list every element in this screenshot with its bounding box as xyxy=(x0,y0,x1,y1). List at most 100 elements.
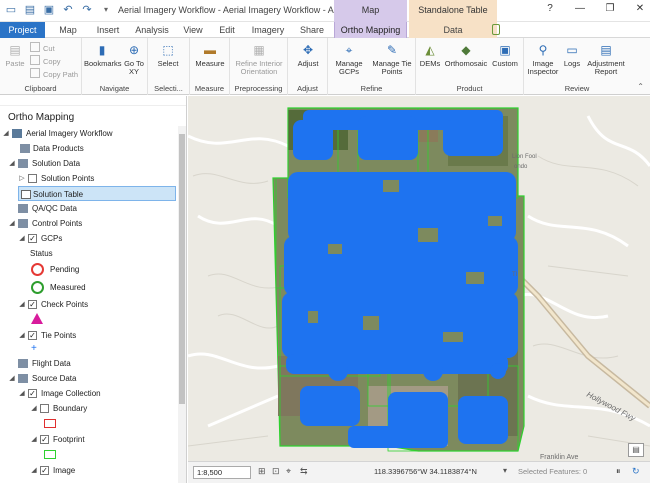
measure-label: Measure xyxy=(195,59,225,68)
new-project-icon[interactable]: ▭ xyxy=(4,3,18,17)
solution-points-checkbox[interactable] xyxy=(28,174,37,183)
manage-tie-points-button[interactable]: ✎ Manage Tie Points xyxy=(370,42,414,76)
gcps-checkbox[interactable]: ✓ xyxy=(28,234,37,243)
map-view[interactable]: Hollywood Fwy Franklin Ave Lion Fool ond… xyxy=(188,96,650,461)
measure-button[interactable]: ▬ Measure xyxy=(193,42,227,68)
orthomosaic-button[interactable]: ◆ Orthomosaic xyxy=(443,42,489,68)
tree-image[interactable]: ◢ ✓ Image xyxy=(0,463,178,478)
tab-map[interactable]: Map xyxy=(53,22,83,38)
footprint-checkbox[interactable]: ✓ xyxy=(40,435,49,444)
redo-icon[interactable]: ↷ xyxy=(80,3,94,17)
dems-button[interactable]: ◭ DEMs xyxy=(418,42,442,68)
save-icon[interactable]: ▣ xyxy=(42,3,56,17)
tree-footprint[interactable]: ◢ ✓ Footprint xyxy=(0,432,178,447)
adjust-button[interactable]: ✥ Adjust xyxy=(291,42,325,68)
copy-button[interactable]: Copy xyxy=(30,55,61,66)
navigate-group-label: Navigate xyxy=(99,84,130,93)
map-status-bar: 1:8,500 ⊞ ⊡ ⌖ ⇆ 118.3396756°W 34.1183874… xyxy=(188,461,650,483)
refine-interior-orientation-button[interactable]: ▦ Refine Interior Orientation xyxy=(232,42,286,76)
tab-ortho-mapping[interactable]: Ortho Mapping xyxy=(334,22,407,38)
manage-tie-points-label: Manage Tie Points xyxy=(372,59,412,76)
collapse-ribbon-icon[interactable]: ⌃ xyxy=(637,82,644,91)
tree-image-collection[interactable]: ◢ ✓ Image Collection xyxy=(0,386,178,401)
tree-label: Footprint xyxy=(53,435,85,444)
tree-control-points[interactable]: ◢ Control Points xyxy=(0,216,178,231)
collapse-icon[interactable]: ◢ xyxy=(18,386,26,401)
tab-project[interactable]: Project xyxy=(0,22,45,38)
customize-qat-icon[interactable]: ▾ xyxy=(99,3,113,17)
grid-icon[interactable]: ⊡ xyxy=(272,466,280,477)
image-inspector-label: Image Inspector xyxy=(527,59,559,76)
scale-dropdown[interactable]: 1:8,500 xyxy=(193,466,251,479)
image-collection-checkbox[interactable]: ✓ xyxy=(28,389,37,398)
tree-source-data[interactable]: ◢ Source Data xyxy=(0,371,178,386)
tree-qaqc-data[interactable]: QA/QC Data xyxy=(0,201,178,216)
boundary-checkbox[interactable] xyxy=(40,404,49,413)
tab-view[interactable]: View xyxy=(178,22,208,38)
collapse-icon[interactable]: ◢ xyxy=(8,156,16,171)
copy-path-button[interactable]: Copy Path xyxy=(30,68,78,79)
refine-group-label: Refine xyxy=(360,84,383,93)
cut-button[interactable]: Cut xyxy=(30,42,55,53)
tab-analysis[interactable]: Analysis xyxy=(130,22,174,38)
coordinate-format-icon[interactable]: ▾ xyxy=(503,466,507,475)
image-inspector-button[interactable]: ⚲ Image Inspector xyxy=(526,42,560,76)
go-to-xy-button[interactable]: ⊕ Go To XY xyxy=(122,42,146,76)
tie-points-checkbox[interactable]: ✓ xyxy=(28,331,37,340)
notification-icon[interactable] xyxy=(492,24,500,35)
close-button[interactable]: ✕ xyxy=(634,3,646,14)
fixed-scale-icon[interactable]: ⊞ xyxy=(258,466,266,477)
tree-solution-data[interactable]: ◢ Solution Data xyxy=(0,156,178,171)
collapse-icon[interactable]: ◢ xyxy=(2,126,10,141)
collapse-icon[interactable]: ◢ xyxy=(18,328,26,343)
map-notes-icon[interactable]: ▤ xyxy=(628,443,644,457)
manage-gcps-button[interactable]: ⌖ Manage GCPs xyxy=(330,42,368,76)
pane-scrollbar[interactable] xyxy=(178,126,186,483)
open-project-icon[interactable]: ▤ xyxy=(23,3,37,17)
logs-button[interactable]: ▭ Logs xyxy=(561,42,583,68)
tab-data[interactable]: Data xyxy=(409,22,497,38)
collapse-icon[interactable]: ◢ xyxy=(18,297,26,312)
tree-data-products[interactable]: Data Products xyxy=(0,141,178,156)
adjustment-report-button[interactable]: ▤ Adjustment Report xyxy=(584,42,628,76)
help-button[interactable]: ? xyxy=(544,3,556,14)
tab-share[interactable]: Share xyxy=(295,22,329,38)
collapse-icon[interactable]: ◢ xyxy=(30,401,38,416)
paste-button[interactable]: ▤ Paste xyxy=(2,42,28,68)
bookmark-icon: ▮ xyxy=(98,43,106,57)
tree-gcps[interactable]: ◢ ✓ GCPs xyxy=(0,231,178,246)
navigate-icon[interactable]: ⇆ xyxy=(300,466,308,477)
tab-edit[interactable]: Edit xyxy=(213,22,241,38)
undo-icon[interactable]: ↶ xyxy=(61,3,75,17)
scrollbar-thumb[interactable] xyxy=(179,134,185,404)
tree-tie-points[interactable]: ◢ ✓ Tie Points xyxy=(0,328,178,343)
tree-solution-table[interactable]: Solution Table xyxy=(18,186,176,201)
collapse-icon[interactable]: ◢ xyxy=(18,231,26,246)
snap-icon[interactable]: ⌖ xyxy=(286,466,291,477)
image-checkbox[interactable]: ✓ xyxy=(40,466,49,475)
custom-button[interactable]: ▣ Custom xyxy=(490,42,520,68)
tree-boundary[interactable]: ◢ Boundary xyxy=(0,401,178,416)
bookmarks-button[interactable]: ▮ Bookmarks xyxy=(84,42,122,68)
check-points-checkbox[interactable]: ✓ xyxy=(28,300,37,309)
collapse-icon[interactable]: ◢ xyxy=(30,463,38,478)
pause-drawing-icon[interactable]: ⏸ xyxy=(616,466,621,477)
tree-solution-points[interactable]: ▷ Solution Points xyxy=(0,171,178,186)
camera-icon: ▦ xyxy=(253,43,265,57)
collapse-icon[interactable]: ◢ xyxy=(30,432,38,447)
tab-insert[interactable]: Insert xyxy=(90,22,126,38)
collapse-icon[interactable]: ◢ xyxy=(8,216,16,231)
tab-imagery[interactable]: Imagery xyxy=(247,22,289,38)
refine-group: ⌖ Manage GCPs ✎ Manage Tie Points Refine xyxy=(328,38,416,95)
tree-check-points[interactable]: ◢ ✓ Check Points xyxy=(0,297,178,312)
expand-icon[interactable]: ▷ xyxy=(18,171,26,186)
clipboard-group: ▤ Paste Cut Copy Copy Path Clipboard xyxy=(0,38,82,95)
tree-workflow[interactable]: ◢ Aerial Imagery Workflow xyxy=(0,126,178,141)
collapse-icon[interactable]: ◢ xyxy=(8,371,16,386)
minimize-button[interactable]: — xyxy=(574,3,586,14)
refresh-icon[interactable]: ↻ xyxy=(632,466,640,477)
tree-flight-data[interactable]: Flight Data xyxy=(0,356,178,371)
select-button[interactable]: ⬚ Select xyxy=(152,42,184,68)
map-canvas[interactable]: Hollywood Fwy Franklin Ave Lion Fool ond… xyxy=(188,96,650,461)
restore-button[interactable]: ❐ xyxy=(604,3,616,14)
